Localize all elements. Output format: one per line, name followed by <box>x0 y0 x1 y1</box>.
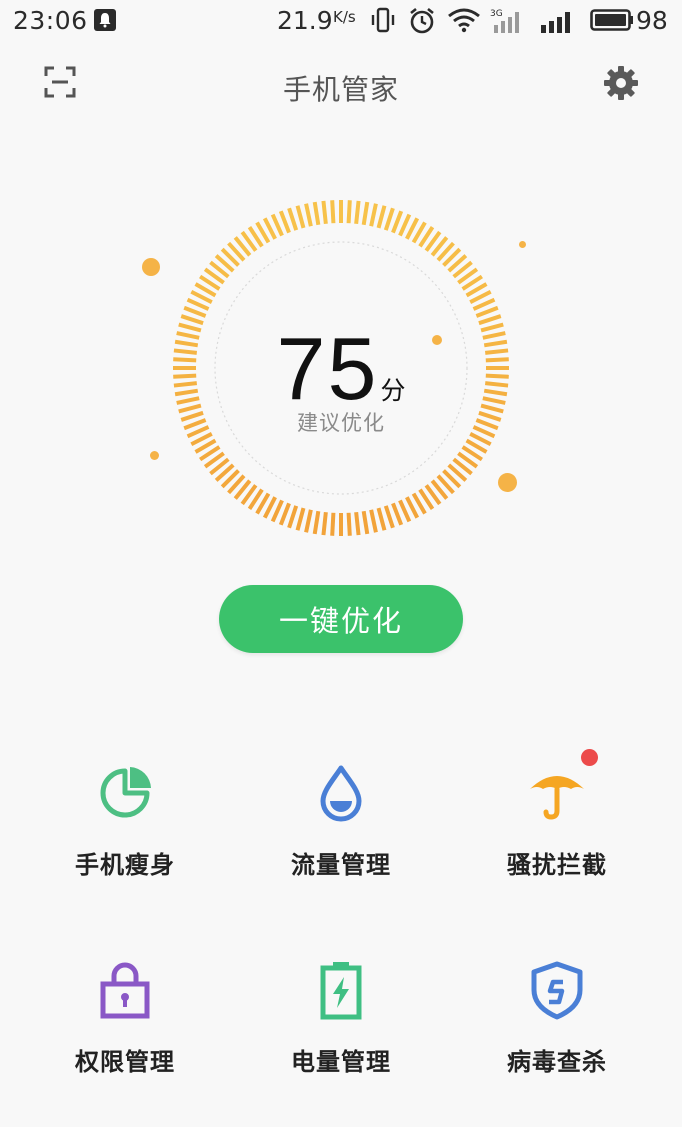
gauge-tick <box>278 210 291 234</box>
gauge-tick <box>321 511 328 536</box>
gauge-tick <box>391 502 404 526</box>
feature-permission-management[interactable]: 权限管理 <box>15 960 235 1127</box>
pie-chart-icon <box>100 767 151 818</box>
gauge-tick <box>330 512 336 536</box>
water-drop-icon <box>320 765 362 822</box>
gauge-tick <box>330 200 336 224</box>
gauge-tick <box>312 510 321 535</box>
decor-dot <box>498 473 517 492</box>
shield-icon <box>531 961 583 1020</box>
gauge-tick <box>287 207 299 231</box>
gauge-tick <box>369 509 378 533</box>
score-display: 75分 <box>0 318 682 420</box>
feature-battery-management[interactable]: 电量管理 <box>231 960 451 1127</box>
gauge-tick <box>312 201 321 226</box>
signal-icon <box>541 12 570 33</box>
gauge-tick <box>361 201 370 226</box>
notification-icon <box>94 9 116 31</box>
battery-icon <box>590 9 633 31</box>
feature-data-usage[interactable]: 流量管理 <box>231 763 451 933</box>
gauge-tick <box>376 205 387 229</box>
gauge-tick <box>369 203 378 227</box>
gauge-tick <box>383 505 395 529</box>
svg-text:3G: 3G <box>490 9 503 19</box>
one-click-optimize-button[interactable]: 一键优化 <box>219 585 463 653</box>
gauge-tick <box>475 305 499 318</box>
feature-phone-slimming[interactable]: 手机瘦身 <box>15 763 235 933</box>
gauge-tick <box>295 205 306 229</box>
gauge-tick <box>376 507 387 531</box>
gauge-tick <box>304 203 313 227</box>
gauge-tick <box>346 512 352 536</box>
score-hint: 建议优化 <box>297 411 385 435</box>
gauge-tick <box>321 200 328 225</box>
gauge-tick <box>391 210 404 234</box>
feature-label: 流量管理 <box>291 851 391 879</box>
gauge-tick <box>354 200 361 225</box>
feature-label: 手机瘦身 <box>75 851 175 879</box>
feature-label: 电量管理 <box>291 1048 391 1076</box>
alarm-icon <box>410 7 434 34</box>
gauge-tick <box>287 505 299 529</box>
feature-virus-scan[interactable]: 病毒查杀 <box>447 960 667 1127</box>
battery-charge-icon <box>320 962 362 1020</box>
gear-icon[interactable] <box>603 65 639 101</box>
feature-label: 权限管理 <box>75 1048 175 1076</box>
score-unit: 分 <box>380 376 406 405</box>
score-value: 75 <box>276 319 379 418</box>
decor-dot <box>142 258 160 276</box>
umbrella-icon <box>530 776 584 820</box>
decor-dot <box>150 451 159 460</box>
signal-3g-icon: 3G <box>490 9 519 33</box>
phone-manager-screen: 23:06 21.9 K/s 3G 98 手机管家 75分 建议优化 一键优化 … <box>0 0 682 1127</box>
lock-icon <box>100 962 150 1019</box>
gauge-tick <box>278 502 291 526</box>
feature-label: 骚扰拦截 <box>507 851 607 879</box>
gauge-tick <box>304 509 313 533</box>
battery-level: 98 <box>636 6 668 35</box>
page-title: 手机管家 <box>282 73 399 106</box>
gauge-tick <box>295 507 306 531</box>
network-speed-unit: K/s <box>333 8 356 26</box>
status-time: 23:06 <box>13 6 88 35</box>
gauge-tick <box>354 511 361 536</box>
gauge-tick <box>346 200 352 224</box>
status-bar: 23:06 21.9 K/s 3G 98 <box>0 0 682 42</box>
network-speed: 21.9 <box>277 6 333 35</box>
gauge-tick <box>183 305 207 318</box>
notification-badge <box>581 749 598 766</box>
gauge-tick <box>361 510 370 535</box>
wifi-icon <box>448 8 480 33</box>
feature-label: 病毒查杀 <box>507 1048 607 1076</box>
decor-dot <box>519 241 526 248</box>
vibrate-icon <box>371 7 395 33</box>
gauge-tick <box>383 207 395 231</box>
feature-harassment-block[interactable]: 骚扰拦截 <box>447 749 667 933</box>
